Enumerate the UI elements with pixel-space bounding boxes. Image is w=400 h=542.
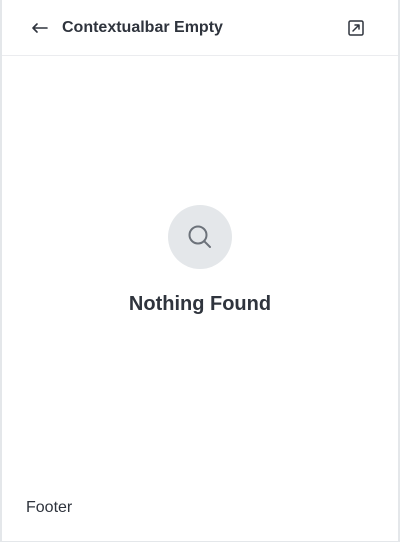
contextual-bar: Contextualbar Empty Nothing Found Footer: [0, 0, 400, 542]
empty-state-title: Nothing Found: [128, 293, 272, 315]
empty-state: Nothing Found: [2, 205, 398, 317]
page-title: Contextualbar Empty: [62, 19, 223, 36]
back-arrow-icon: [32, 23, 48, 33]
empty-state-icon-circle: [168, 205, 232, 269]
back-button[interactable]: [28, 16, 52, 40]
new-window-icon: [348, 20, 364, 36]
magnifier-icon: [188, 225, 211, 248]
open-in-new-window-button[interactable]: [344, 16, 368, 40]
contextual-bar-footer: Footer: [26, 499, 73, 516]
contextual-bar-header: Contextualbar Empty: [2, 0, 398, 56]
